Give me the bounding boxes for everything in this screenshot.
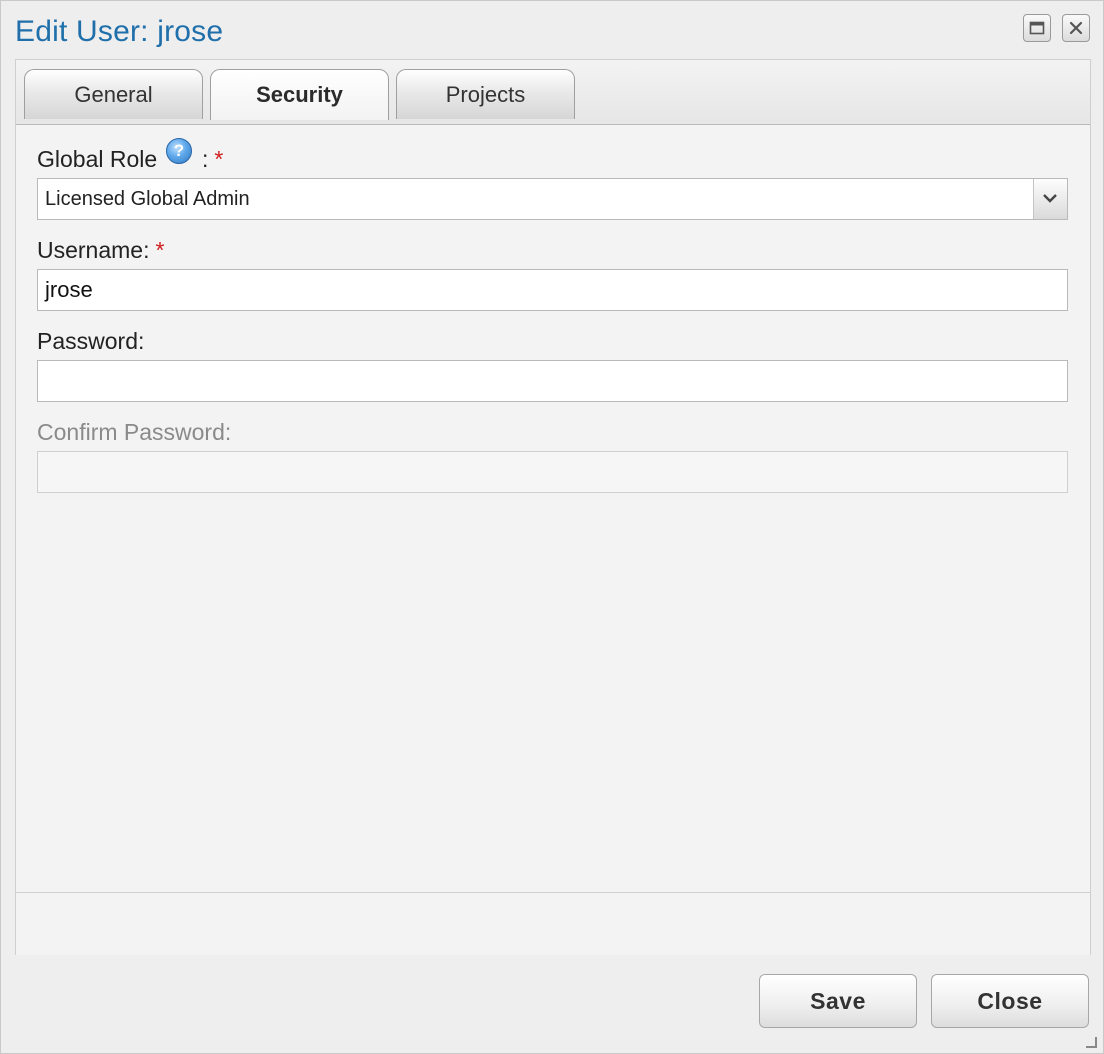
dialog-title: Edit User: jrose (15, 15, 224, 48)
username-label-text: Username: (37, 237, 150, 263)
tab-general[interactable]: General (24, 69, 203, 119)
resize-grip-icon[interactable] (1084, 1035, 1098, 1049)
global-role-label-text: Global Role (37, 146, 158, 172)
tab-panel: General Security Projects Global Role ? … (15, 59, 1091, 955)
panel-footer (16, 892, 1090, 955)
maximize-button[interactable] (1023, 14, 1051, 42)
password-input[interactable] (37, 360, 1068, 402)
save-button[interactable]: Save (759, 974, 917, 1028)
tab-strip: General Security Projects (16, 60, 1090, 125)
global-role-select[interactable]: Licensed Global Admin (37, 178, 1068, 220)
close-icon (1069, 21, 1083, 35)
confirm-password-label: Confirm Password: (37, 419, 232, 445)
global-role-value: Licensed Global Admin (45, 188, 250, 210)
global-role-separator-row: : * (202, 146, 223, 173)
username-label: Username: * (37, 237, 164, 264)
username-input[interactable]: jrose (37, 269, 1068, 311)
dropdown-button[interactable] (1033, 179, 1067, 219)
confirm-password-input (37, 451, 1068, 493)
global-role-separator: : (202, 146, 209, 172)
close-button[interactable]: Close (931, 974, 1089, 1028)
password-label: Password: (37, 328, 145, 354)
required-mark: * (155, 237, 165, 263)
maximize-icon (1029, 21, 1045, 35)
edit-user-dialog: Edit User: jrose General Security Projec… (0, 0, 1104, 1054)
chevron-down-icon (1043, 194, 1057, 203)
global-role-label: Global Role (37, 146, 157, 173)
help-icon[interactable]: ? (166, 138, 192, 164)
close-window-button[interactable] (1062, 14, 1090, 42)
tab-projects[interactable]: Projects (396, 69, 575, 119)
tab-security[interactable]: Security (210, 69, 389, 120)
required-mark: * (214, 146, 224, 172)
